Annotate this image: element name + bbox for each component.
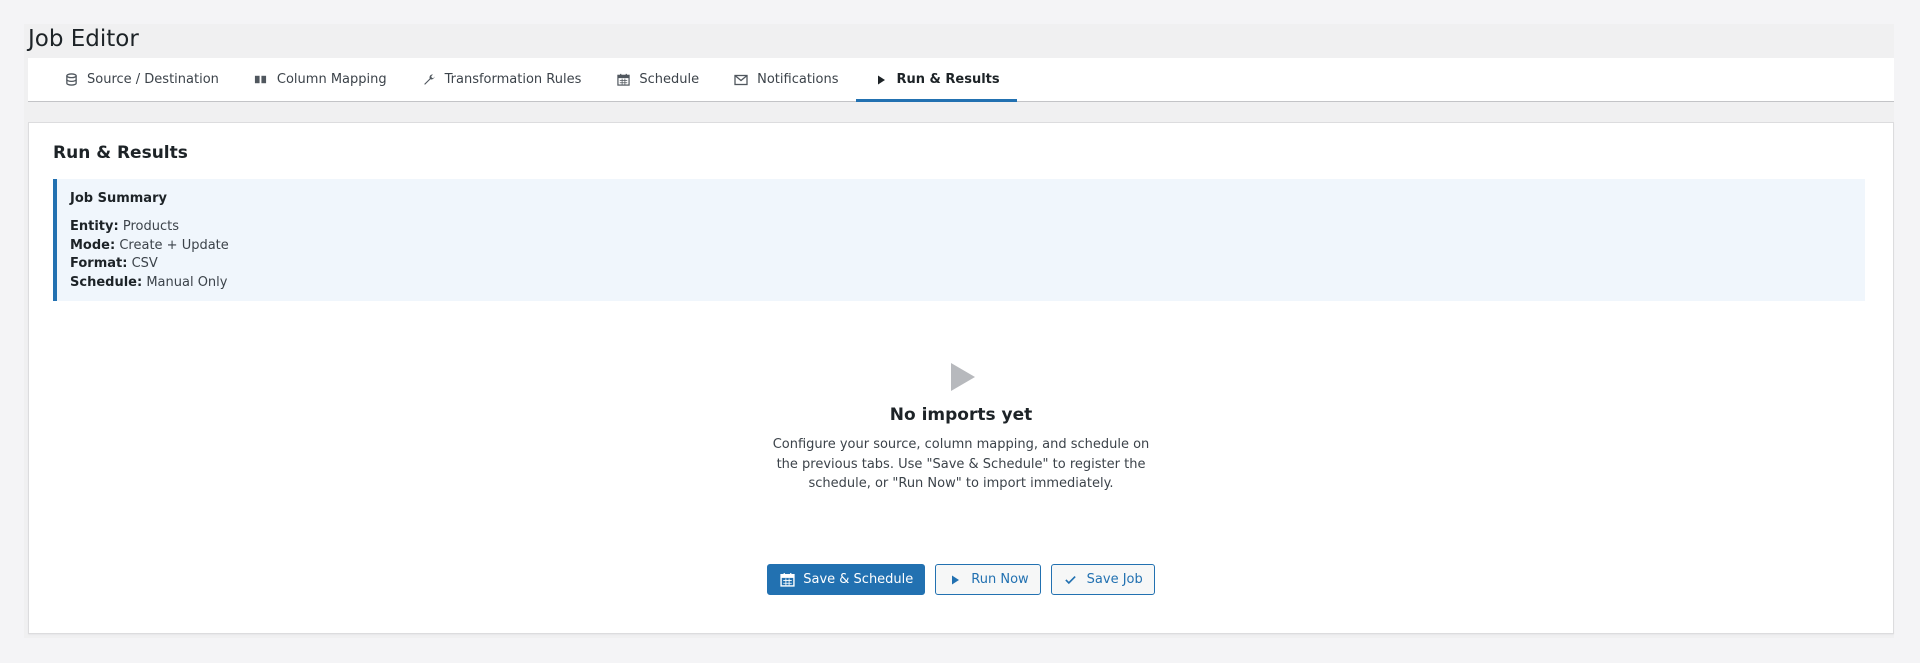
summary-row-entity: Entity: Products xyxy=(70,218,1852,237)
tab-label: Notifications xyxy=(757,72,839,87)
tab-source-destination[interactable]: Source / Destination xyxy=(46,58,236,101)
wrench-icon xyxy=(421,72,437,88)
action-bar: Save & Schedule Run Now Save Job xyxy=(29,564,1893,595)
calendar-icon xyxy=(779,572,795,588)
summary-label: Entity: xyxy=(70,219,119,234)
play-icon xyxy=(947,572,963,588)
summary-value: CSV xyxy=(131,256,158,271)
summary-label: Mode: xyxy=(70,237,116,253)
empty-state-message: Configure your source, column mapping, a… xyxy=(772,437,1150,491)
button-label: Run Now xyxy=(971,572,1029,587)
button-label: Save & Schedule xyxy=(803,572,914,587)
save-job-button[interactable]: Save Job xyxy=(1050,564,1155,595)
tab-column-mapping[interactable]: Column Mapping xyxy=(236,58,404,101)
tab-label: Source / Destination xyxy=(87,72,219,87)
summary-value: Products xyxy=(122,219,179,234)
summary-label: Format: xyxy=(70,256,128,271)
envelope-icon xyxy=(733,72,749,88)
columns-icon xyxy=(253,72,269,88)
checkmark-icon xyxy=(1063,572,1079,588)
play-icon xyxy=(951,363,975,391)
button-label: Save Job xyxy=(1086,572,1143,587)
page-title: Job Editor xyxy=(28,26,139,52)
tab-run-results[interactable]: Run & Results xyxy=(855,58,1017,102)
job-summary-box: Job Summary Entity: Products Mode: Creat… xyxy=(53,179,1865,301)
summary-row-schedule: Schedule: Manual Only xyxy=(70,274,1852,293)
panel-title: Run & Results xyxy=(53,143,188,163)
tab-schedule[interactable]: Schedule xyxy=(598,58,716,101)
summary-value: Manual Only xyxy=(146,274,228,290)
run-now-button[interactable]: Run Now xyxy=(935,564,1041,595)
database-icon xyxy=(63,72,79,88)
summary-label: Schedule: xyxy=(70,274,143,290)
tab-label: Run & Results xyxy=(896,72,1000,87)
run-results-panel: Run & Results Job Summary Entity: Produc… xyxy=(28,122,1894,634)
empty-state: No imports yet Configure your source, co… xyxy=(29,363,1893,494)
summary-heading: Job Summary xyxy=(70,191,167,206)
tab-label: Column Mapping xyxy=(276,72,387,87)
summary-row-format: Format: CSV xyxy=(70,255,1852,274)
empty-state-title: No imports yet xyxy=(889,405,1033,425)
tab-label: Transformation Rules xyxy=(444,72,582,87)
play-icon xyxy=(873,72,889,88)
tab-transformation-rules[interactable]: Transformation Rules xyxy=(404,58,599,101)
summary-row-mode: Mode: Create + Update xyxy=(70,237,1852,256)
tab-label: Schedule xyxy=(639,72,700,87)
calendar-icon xyxy=(615,72,631,88)
summary-value: Create + Update xyxy=(119,237,229,253)
tab-notifications[interactable]: Notifications xyxy=(716,58,855,101)
save-and-schedule-button[interactable]: Save & Schedule xyxy=(767,564,926,595)
job-editor-wrap: Job Editor Source / Destination Column M… xyxy=(24,24,1894,638)
tab-bar: Source / Destination Column Mapping Tran… xyxy=(28,58,1894,102)
